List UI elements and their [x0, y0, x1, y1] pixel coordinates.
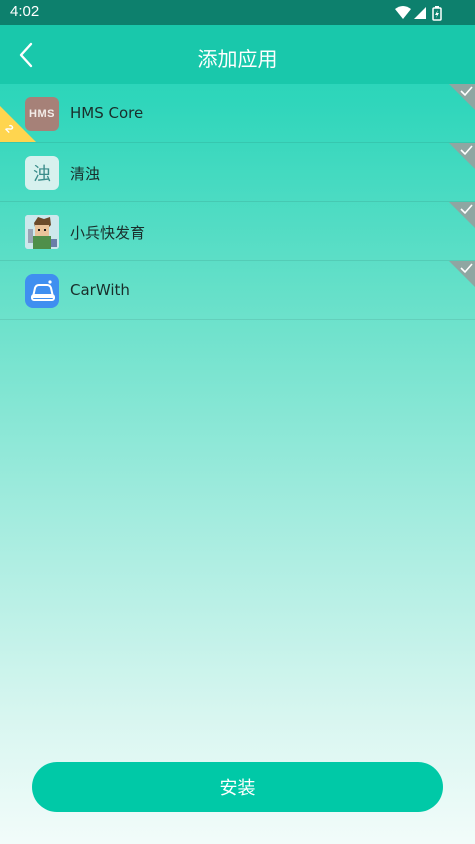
battery-charging-icon — [432, 6, 442, 21]
app-item-qingzhuo[interactable]: 浊 清浊 — [0, 143, 475, 202]
carwith-app-icon — [25, 274, 59, 308]
app-list: HMS HMS Core 2 浊 清浊 小兵快发育 CarWith — [0, 84, 475, 320]
page-title: 添加应用 — [197, 47, 278, 71]
status-bar: 4:02 — [0, 0, 475, 25]
app-name: 清浊 — [70, 165, 101, 183]
app-name: CarWith — [70, 281, 130, 299]
selected-check-icon — [449, 84, 475, 110]
app-item-hms-core[interactable]: HMS HMS Core 2 — [0, 84, 475, 143]
xiaobing-app-icon — [25, 215, 59, 249]
app-item-carwith[interactable]: CarWith — [0, 261, 475, 320]
badge-corner — [0, 106, 36, 142]
status-time: 4:02 — [10, 3, 40, 20]
app-bar: 添加应用 — [0, 25, 475, 84]
app-item-xiaobing[interactable]: 小兵快发育 — [0, 202, 475, 261]
cellular-signal-icon — [414, 7, 426, 19]
screen: 4:02 添加应用 HMS HMS Core 2 浊 清浊 小兵快发育 CarW… — [0, 0, 475, 844]
selected-check-icon — [449, 143, 475, 169]
wifi-icon — [395, 6, 411, 19]
app-name: 小兵快发育 — [70, 224, 146, 242]
app-name: HMS Core — [70, 104, 144, 122]
install-button[interactable]: 安装 — [32, 762, 443, 812]
selected-check-icon — [449, 202, 475, 228]
selected-check-icon — [449, 261, 475, 287]
status-icons — [395, 5, 447, 21]
qingzhuo-app-icon: 浊 — [25, 156, 59, 190]
